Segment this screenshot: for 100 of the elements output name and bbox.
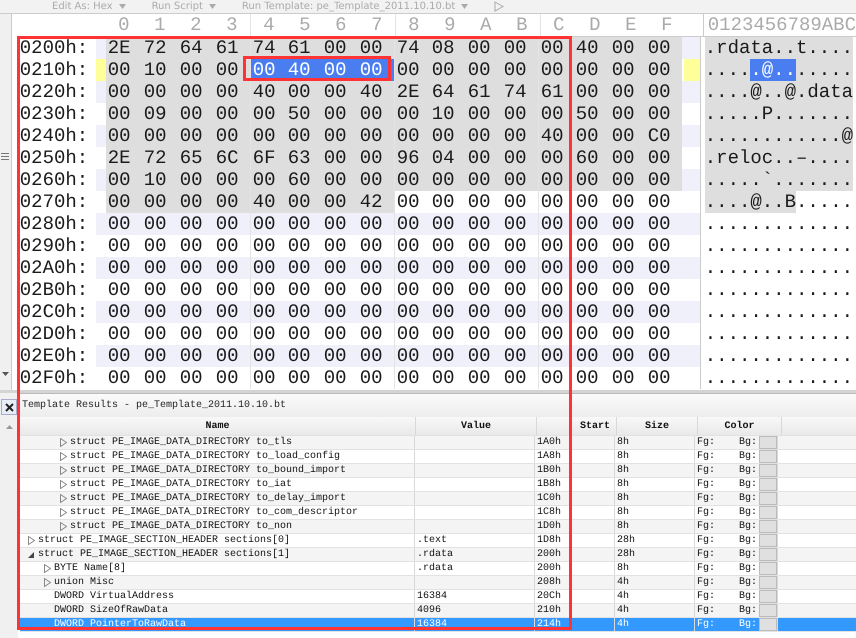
color-swatch[interactable] <box>759 520 777 533</box>
tree-row[interactable]: struct PE_IMAGE_DATA_DIRECTORY to_tls 1A0h 8h Fg: Bg: <box>20 436 856 450</box>
hex-byte: 00 <box>394 257 430 279</box>
tree-row[interactable]: struct PE_IMAGE_DATA_DIRECTORY to_delay_import 1C0h 8h Fg: Bg: <box>20 492 856 506</box>
expand-icon[interactable] <box>60 480 67 489</box>
close-button[interactable] <box>1 399 17 415</box>
hex-byte: 00 <box>610 81 636 103</box>
hex-byte: 00 <box>646 103 672 125</box>
color-swatch[interactable] <box>759 590 777 603</box>
field-name: BYTE Name[8] <box>54 563 126 574</box>
color-swatch[interactable] <box>759 618 777 631</box>
hex-byte: 10 <box>142 59 168 81</box>
tree-row[interactable]: struct PE_IMAGE_DATA_DIRECTORY to_non 1D0h 8h Fg: Bg: <box>20 520 856 534</box>
start-offset: 200h <box>537 563 562 574</box>
tree-row[interactable]: struct PE_IMAGE_DATA_DIRECTORY to_bound_import 1B0h 8h Fg: Bg: <box>20 464 856 478</box>
bg-label: Bg: <box>739 535 758 546</box>
column-header[interactable]: Value <box>416 417 537 435</box>
hex-byte: 00 <box>646 59 672 81</box>
color-swatch[interactable] <box>759 562 777 575</box>
bg-label: Bg: <box>739 591 758 602</box>
hex-byte: 00 <box>574 235 600 257</box>
hex-byte: 00 <box>358 279 384 301</box>
scroll-down-icon[interactable] <box>2 372 9 376</box>
expand-icon[interactable] <box>60 508 67 517</box>
hex-byte: 00 <box>178 367 204 389</box>
tree-row[interactable]: DWORD VirtualAddress 16384 20Ch 4h Fg: Bg: <box>20 590 856 604</box>
hex-byte: 00 <box>178 279 204 301</box>
hex-byte: 00 <box>394 301 430 323</box>
expand-icon[interactable] <box>28 536 35 545</box>
hex-byte: 00 <box>286 235 312 257</box>
field-name: struct PE_IMAGE_DATA_DIRECTORY to_load_config <box>70 451 340 462</box>
offset-label: 0260h: <box>20 169 96 191</box>
hex-byte: 40 <box>358 81 384 103</box>
hex-byte: 00 <box>502 59 528 81</box>
start-offset: 1C8h <box>537 507 562 518</box>
ascii-text: ............. <box>704 235 853 257</box>
expand-icon[interactable] <box>60 466 67 475</box>
tree-row[interactable]: struct PE_IMAGE_DATA_DIRECTORY to_iat 1B8h 8h Fg: Bg: <box>20 478 856 492</box>
color-swatch[interactable] <box>759 450 777 463</box>
hex-byte: 00 <box>358 367 384 389</box>
hex-byte: 65 <box>178 147 204 169</box>
column-header: D <box>588 14 602 36</box>
hex-byte: 00 <box>646 81 672 103</box>
column-header: 8 <box>394 14 432 36</box>
color-swatch[interactable] <box>759 436 777 449</box>
tree-row[interactable]: struct PE_IMAGE_DATA_DIRECTORY to_load_config 1A8h 8h Fg: Bg: <box>20 450 856 464</box>
tree-row[interactable]: struct PE_IMAGE_DATA_DIRECTORY to_com_descriptor 1C8h 8h Fg: Bg: <box>20 506 856 520</box>
hex-byte: 00 <box>574 213 600 235</box>
hex-byte: 00 <box>502 147 528 169</box>
column-header: 5 <box>298 14 312 36</box>
current-row-marker <box>684 59 700 81</box>
column-header[interactable]: Color <box>698 417 782 435</box>
expand-icon[interactable] <box>60 438 67 447</box>
color-swatch[interactable] <box>759 506 777 519</box>
tree-row[interactable]: BYTE Name[8] .rdata 200h 8h Fg: Bg: <box>20 562 856 576</box>
scrollbar[interactable] <box>0 14 12 390</box>
expand-icon[interactable] <box>44 564 51 573</box>
color-swatch[interactable] <box>759 548 777 561</box>
expand-icon[interactable] <box>60 494 67 503</box>
hex-byte: 00 <box>466 37 492 59</box>
ascii-text: .....P....... <box>704 103 853 125</box>
expand-icon[interactable] <box>44 578 51 587</box>
hex-byte: 00 <box>106 125 132 147</box>
tree-row[interactable]: struct PE_IMAGE_SECTION_HEADER sections[0] .text 1D8h 28h Fg: Bg: <box>20 534 856 548</box>
color-swatch[interactable] <box>759 492 777 505</box>
hex-byte: 42 <box>358 191 384 213</box>
column-header[interactable]: Size <box>617 417 698 435</box>
expand-icon[interactable] <box>60 452 67 461</box>
hex-byte: 00 <box>502 103 528 125</box>
tree-row[interactable]: struct PE_IMAGE_SECTION_HEADER sections[1] .rdata 200h 28h Fg: Bg: <box>20 548 856 562</box>
color-swatch[interactable] <box>759 478 777 491</box>
hex-byte: 00 <box>646 191 672 213</box>
field-size: 28h <box>617 535 636 546</box>
fg-label: Fg: <box>697 591 716 602</box>
start-offset: 1B0h <box>537 465 562 476</box>
hex-byte: 00 <box>178 125 204 147</box>
fg-label: Fg: <box>697 563 716 574</box>
play-icon[interactable] <box>494 1 504 12</box>
color-swatch[interactable] <box>759 576 777 589</box>
tree-row[interactable]: DWORD SizeOfRawData 4096 210h 4h Fg: Bg: <box>20 604 856 618</box>
hex-byte: 00 <box>646 37 672 59</box>
hex-byte: 00 <box>214 279 240 301</box>
tree-row[interactable]: union Misc 208h 4h Fg: Bg: <box>20 576 856 590</box>
expand-icon[interactable] <box>60 522 67 531</box>
hex-byte: 00 <box>358 103 384 125</box>
color-swatch[interactable] <box>759 464 777 477</box>
column-header[interactable]: Start <box>537 417 617 435</box>
hex-byte: 00 <box>322 323 348 345</box>
hex-byte: 00 <box>466 59 492 81</box>
scroll-up-icon[interactable] <box>6 425 12 429</box>
hex-byte: 00 <box>214 191 240 213</box>
color-swatch[interactable] <box>759 534 777 547</box>
column-header[interactable]: Name <box>20 417 416 435</box>
field-size: 4h <box>617 619 630 630</box>
color-swatch[interactable] <box>759 604 777 617</box>
ascii-text: ............. <box>704 257 853 279</box>
column-header: 9 <box>443 14 456 36</box>
start-offset: 208h <box>537 577 562 588</box>
hex-byte: 00 <box>610 279 636 301</box>
collapse-icon[interactable] <box>28 550 35 559</box>
